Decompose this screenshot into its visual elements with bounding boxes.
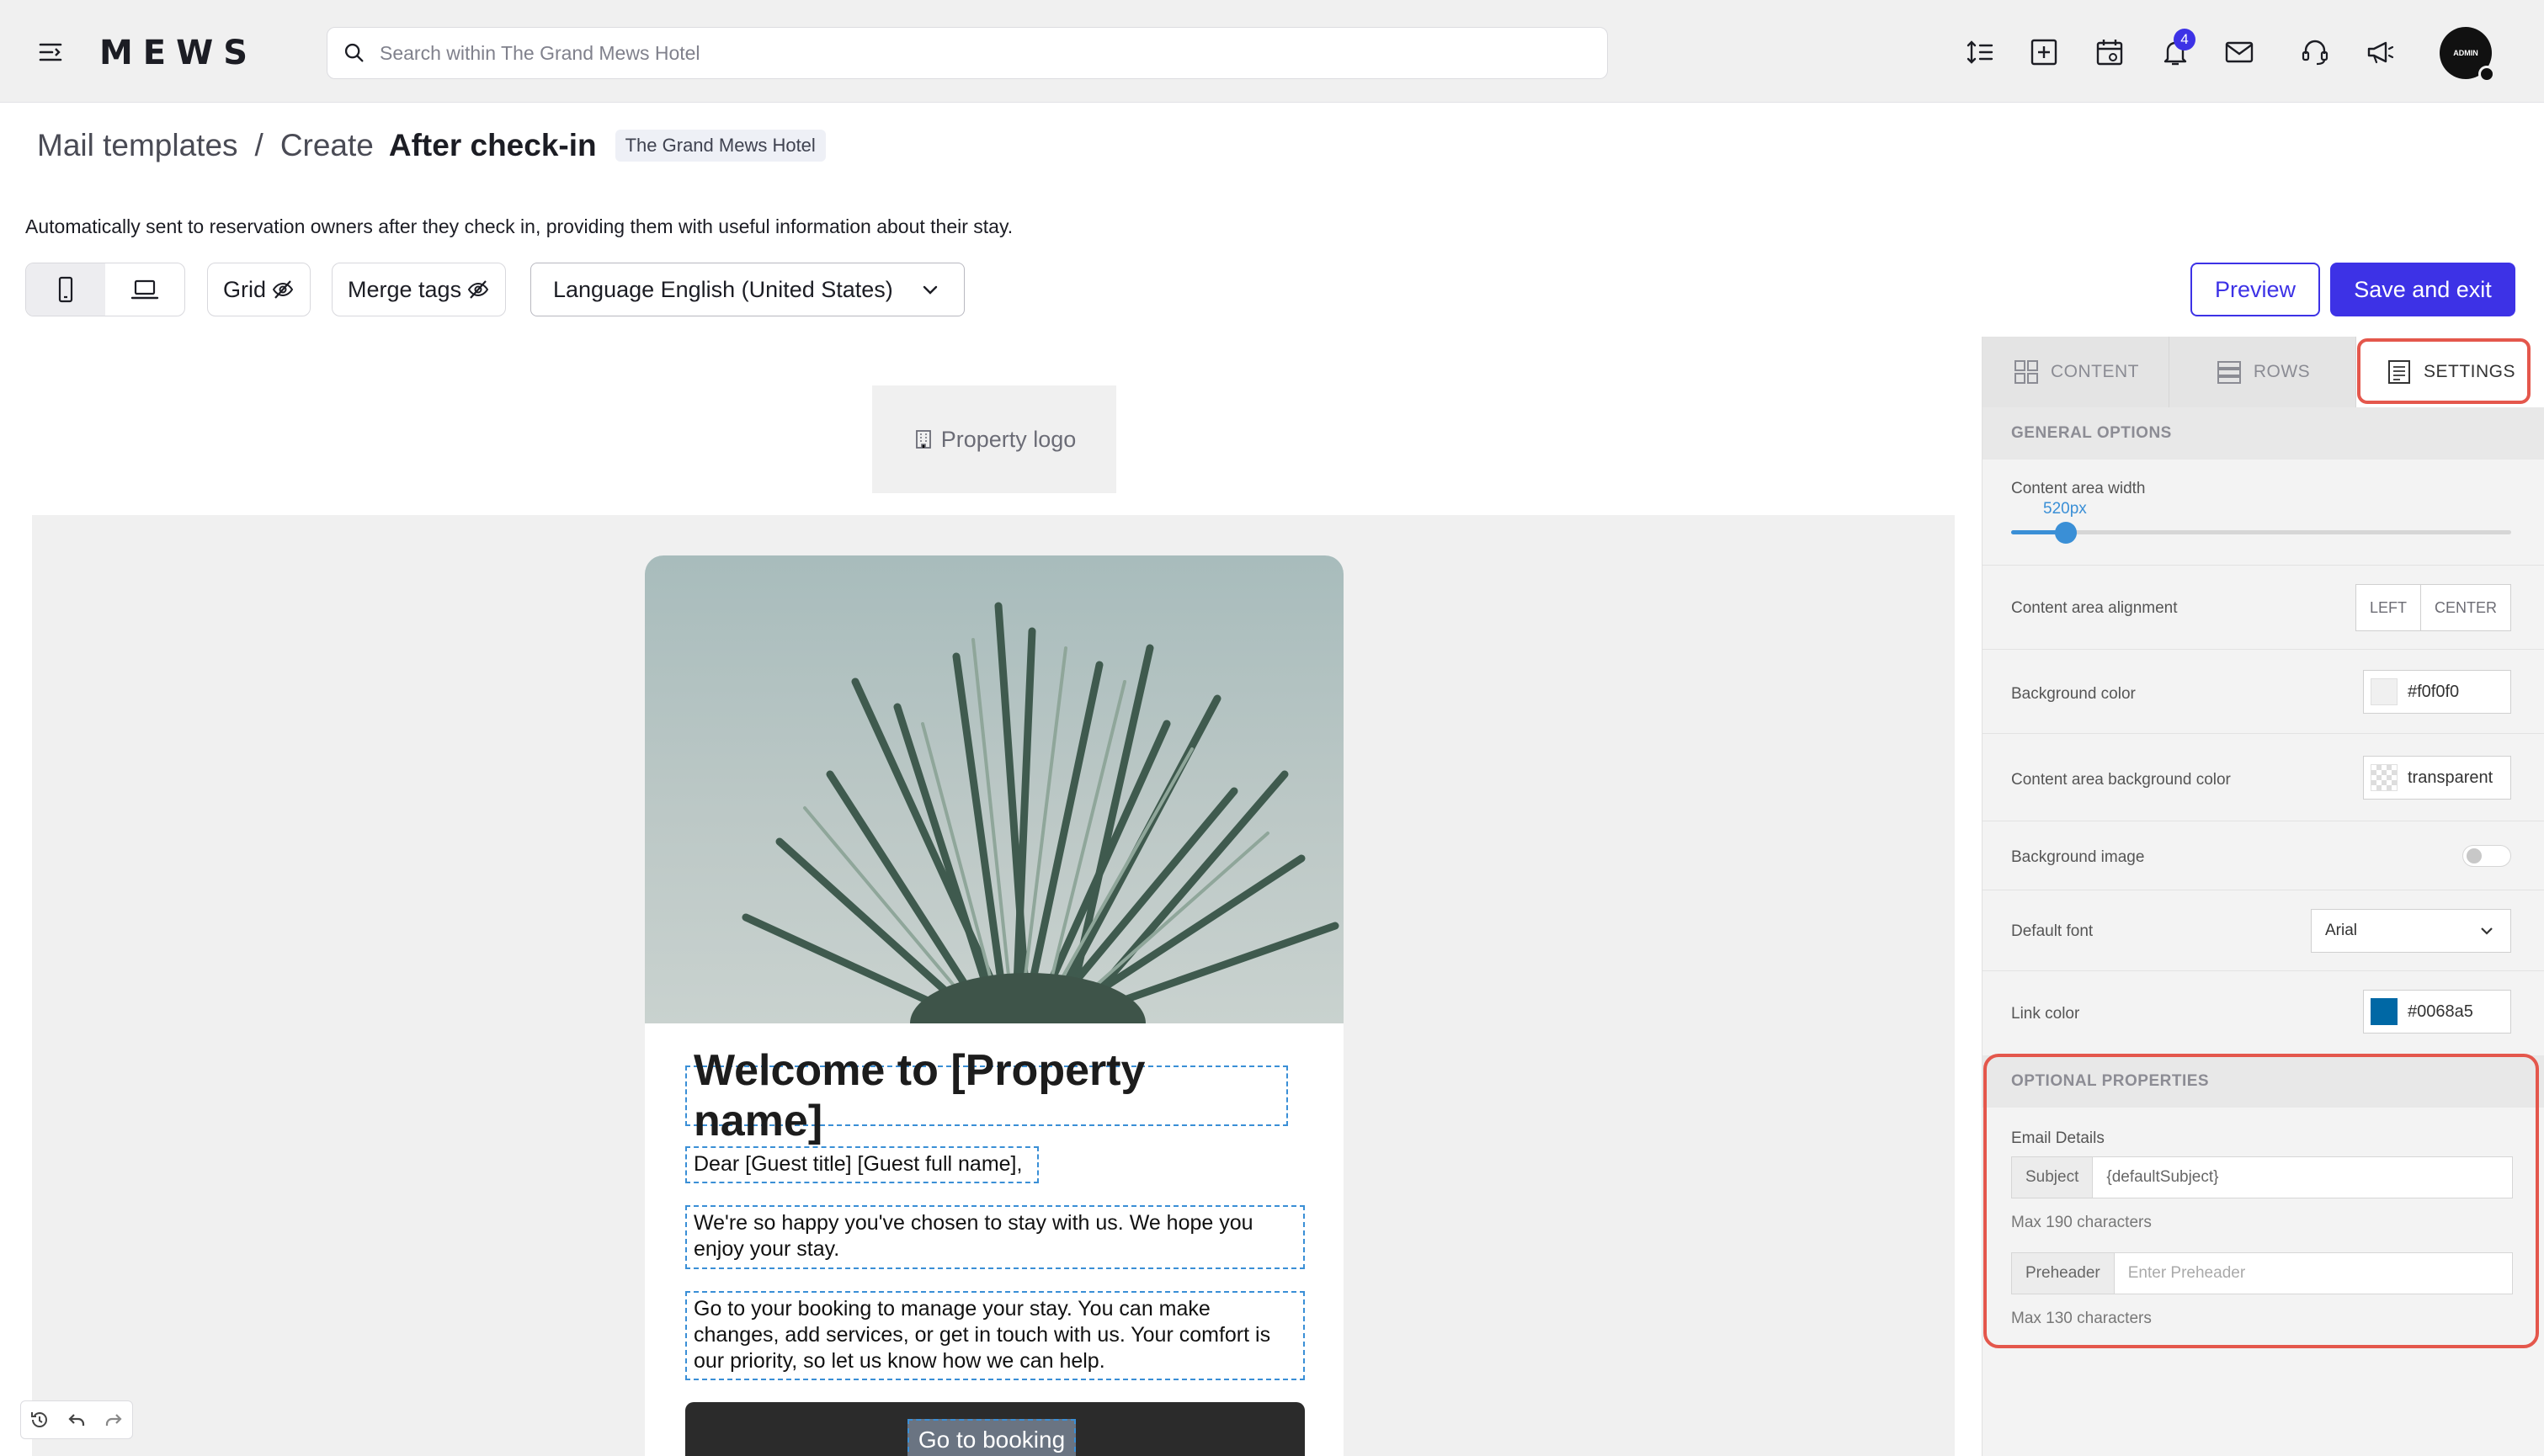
history-button[interactable]: [21, 1401, 58, 1438]
undo-button[interactable]: [58, 1401, 95, 1438]
laptop-icon: [130, 279, 159, 300]
booking-paragraph[interactable]: Go to your booking to manage your stay. …: [685, 1291, 1305, 1380]
default-font-label: Default font: [2011, 922, 2094, 940]
support-headset-icon[interactable]: [2297, 34, 2334, 71]
device-toggle: [25, 263, 185, 316]
property-logo-placeholder[interactable]: Property logo: [872, 385, 1116, 493]
mail-icon[interactable]: [2221, 34, 2258, 71]
calendar-view-icon[interactable]: [2091, 34, 2128, 71]
tab-content[interactable]: CONTENT: [1983, 337, 2169, 407]
notification-badge: 4: [2174, 29, 2195, 50]
default-font-row: Default font Arial: [1983, 890, 2544, 971]
history-controls: [20, 1400, 133, 1439]
link-color-field[interactable]: #0068a5: [2363, 990, 2511, 1034]
cta-block[interactable]: Go to booking: [685, 1402, 1305, 1456]
background-image-toggle[interactable]: [2462, 845, 2511, 867]
eye-off-icon: [272, 280, 294, 299]
sort-lines-icon[interactable]: [1961, 34, 1998, 71]
hero-image[interactable]: [645, 555, 1344, 1074]
content-bg-color-label: Content area background color: [2011, 771, 2231, 789]
page-title: After check-in: [388, 128, 597, 162]
alignment-label: Content area alignment: [2011, 599, 2178, 617]
breadcrumb-create: Create: [279, 128, 374, 162]
content-width-row: Content area width 520px: [1983, 460, 2544, 566]
menu-icon[interactable]: [37, 40, 64, 64]
content-bg-color-row: Content area background color transparen…: [1983, 734, 2544, 821]
breadcrumb: Mail templates / Create After check-in T…: [37, 125, 826, 167]
background-image-label: Background image: [2011, 848, 2145, 866]
rows-icon: [2217, 361, 2241, 384]
eye-off-icon: [467, 280, 489, 299]
breadcrumb-mail-templates[interactable]: Mail templates: [37, 128, 238, 163]
announcement-megaphone-icon[interactable]: [2362, 34, 2399, 71]
add-square-icon[interactable]: [2025, 34, 2062, 71]
building-icon: [915, 430, 931, 449]
alignment-row: Content area alignment LEFT CENTER: [1983, 566, 2544, 650]
background-image-row: Background image: [1983, 821, 2544, 890]
avatar-status-dot: [2478, 66, 2495, 82]
top-bar: MEWS 4 ADMIN: [0, 0, 2544, 103]
property-chip: The Grand Mews Hotel: [615, 130, 826, 162]
welcome-heading[interactable]: Welcome to [Property name]: [685, 1046, 1288, 1145]
chevron-down-icon: [923, 285, 938, 295]
desktop-view-button[interactable]: [105, 263, 184, 316]
user-avatar[interactable]: ADMIN: [2440, 27, 2495, 82]
greeting-text[interactable]: Dear [Guest title] [Guest full name],: [685, 1146, 1039, 1183]
transparent-swatch: [2371, 764, 2398, 791]
align-left-option[interactable]: LEFT: [2356, 585, 2421, 630]
link-color-swatch: [2371, 998, 2398, 1025]
go-to-booking-button[interactable]: Go to booking: [907, 1419, 1076, 1456]
merge-tags-toggle-button[interactable]: Merge tags: [332, 263, 507, 316]
language-select[interactable]: Language English (United States): [530, 263, 965, 316]
mobile-view-button[interactable]: [26, 263, 105, 316]
breadcrumb-separator: /: [254, 128, 263, 162]
alignment-toggle: LEFT CENTER: [2355, 584, 2511, 631]
toggle-knob: [2467, 848, 2482, 864]
align-center-option[interactable]: CENTER: [2421, 585, 2510, 630]
search-bar[interactable]: [327, 27, 1608, 79]
background-color-swatch: [2371, 678, 2398, 705]
save-and-exit-button[interactable]: Save and exit: [2330, 263, 2515, 316]
redo-button[interactable]: [95, 1401, 132, 1438]
background-color-row: Background color #f0f0f0: [1983, 650, 2544, 734]
mews-logo[interactable]: MEWS: [99, 34, 258, 72]
notifications-bell-icon[interactable]: 4: [2157, 29, 2195, 71]
palm-plant-illustration: [742, 602, 1339, 1074]
template-description: Automatically sent to reservation owners…: [25, 215, 1014, 237]
link-color-row: Link color #0068a5: [1983, 971, 2544, 1054]
search-icon: [344, 43, 364, 62]
welcome-paragraph[interactable]: We're so happy you've chosen to stay wit…: [685, 1205, 1305, 1269]
content-grid-icon: [2014, 360, 2038, 384]
content-width-slider[interactable]: [2011, 522, 2511, 544]
preview-button[interactable]: Preview: [2190, 263, 2320, 316]
content-bg-color-field[interactable]: transparent: [2363, 756, 2511, 800]
undo-icon: [68, 1414, 85, 1426]
background-color-field[interactable]: #f0f0f0: [2363, 670, 2511, 714]
mobile-phone-icon: [58, 276, 73, 303]
search-input[interactable]: [380, 41, 1558, 65]
default-font-select[interactable]: Arial: [2311, 909, 2511, 953]
link-color-label: Link color: [2011, 1005, 2080, 1023]
email-body: Welcome to [Property name] Dear [Guest t…: [645, 555, 1344, 1456]
background-color-label: Background color: [2011, 685, 2136, 703]
content-width-value: 520px: [2043, 500, 2087, 518]
optional-properties-highlight: [1983, 1054, 2539, 1348]
grid-toggle-button[interactable]: Grid: [207, 263, 311, 316]
redo-icon: [105, 1414, 122, 1426]
history-icon: [31, 1411, 47, 1427]
tab-rows[interactable]: ROWS: [2169, 337, 2356, 407]
general-options-header: GENERAL OPTIONS: [1983, 407, 2544, 460]
slider-handle[interactable]: [2055, 522, 2078, 544]
settings-tab-highlight: [2357, 338, 2531, 404]
chevron-down-icon: [2481, 927, 2493, 935]
content-width-label: Content area width: [2011, 480, 2146, 497]
